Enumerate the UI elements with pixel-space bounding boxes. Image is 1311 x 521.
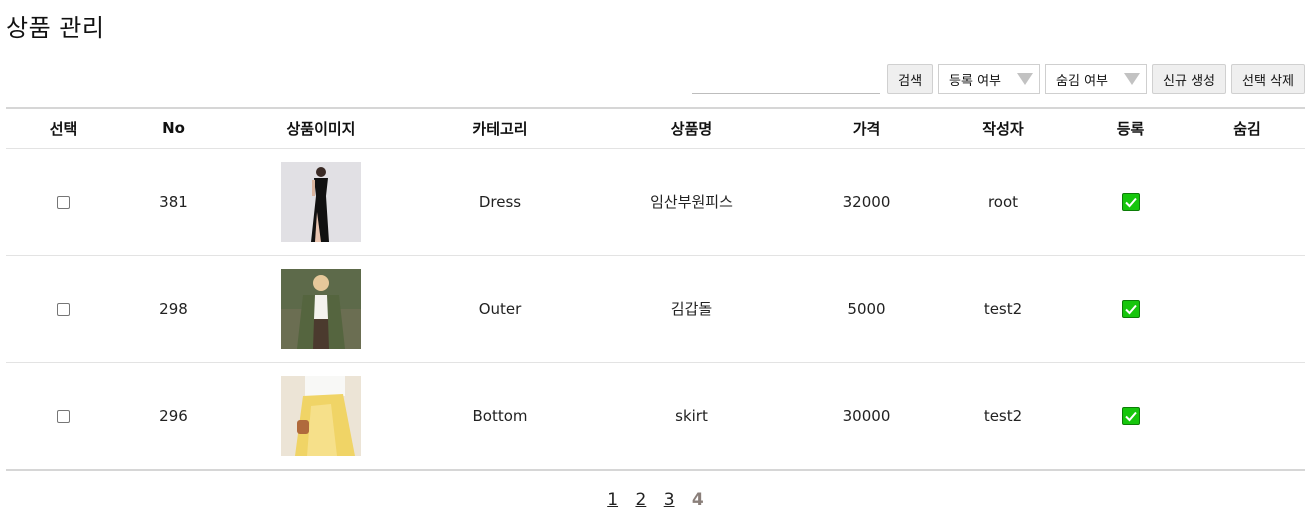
- header-price: 가격: [799, 109, 934, 149]
- row-price: 5000: [799, 255, 934, 363]
- table-row[interactable]: 298 Outer 김갑돌 5000 test2: [6, 255, 1305, 363]
- row-category: Bottom: [472, 406, 528, 425]
- row-author: test2: [983, 406, 1023, 425]
- row-product-name: skirt: [675, 406, 708, 425]
- product-thumbnail[interactable]: [281, 268, 361, 349]
- checkmark-icon: [1121, 192, 1140, 211]
- table-row[interactable]: 296 Bottom skirt 30000 test2: [6, 362, 1305, 469]
- row-category: Dress: [416, 148, 584, 256]
- page-current-4[interactable]: 4: [692, 490, 704, 510]
- product-table: 선택 No 상품이미지 카테고리 상품명 가격 작성자 등록 숨김 381 Dr…: [6, 107, 1305, 471]
- row-select-checkbox[interactable]: [57, 195, 70, 209]
- header-author: 작성자: [934, 109, 1072, 149]
- page-link-3[interactable]: 3: [664, 490, 675, 510]
- header-name: 상품명: [584, 109, 799, 149]
- header-image: 상품이미지: [226, 109, 416, 149]
- row-author: test2: [934, 255, 1072, 363]
- row-select-checkbox[interactable]: [57, 409, 70, 423]
- create-button[interactable]: 신규 생성: [1152, 64, 1227, 94]
- table-header-row: 선택 No 상품이미지 카테고리 상품명 가격 작성자 등록 숨김: [6, 109, 1305, 149]
- registration-filter-select[interactable]: 등록 여부: [938, 64, 1041, 94]
- row-price: 32000: [799, 148, 934, 256]
- row-category: Outer: [416, 255, 584, 363]
- row-hidden: [1189, 148, 1305, 256]
- header-category: 카테고리: [416, 109, 584, 149]
- row-hidden: [1189, 362, 1305, 469]
- product-thumbnail[interactable]: [281, 161, 361, 242]
- row-hidden: [1189, 255, 1305, 363]
- row-price: 30000: [842, 406, 891, 425]
- header-registered: 등록: [1072, 109, 1189, 149]
- checkmark-icon: [1121, 407, 1140, 425]
- delete-selected-button[interactable]: 선택 삭제: [1231, 64, 1305, 94]
- caret-down-icon: [1017, 73, 1034, 85]
- header-hidden: 숨김: [1189, 109, 1305, 149]
- caret-down-icon: [1124, 73, 1141, 85]
- page-link-2[interactable]: 2: [635, 490, 646, 510]
- table-row[interactable]: 381 Dress 임산부원피스 32000 root: [6, 148, 1305, 256]
- registration-filter-label: 등록 여부: [949, 73, 1002, 89]
- row-product-name: 임산부원피스: [584, 148, 799, 256]
- product-thumbnail[interactable]: [281, 375, 361, 456]
- header-select: 선택: [6, 109, 121, 149]
- row-select-checkbox[interactable]: [57, 302, 70, 316]
- row-no: 381: [121, 148, 226, 256]
- search-input[interactable]: [692, 64, 881, 94]
- row-no: 296: [159, 406, 188, 425]
- search-button[interactable]: 검색: [887, 64, 934, 94]
- row-no: 298: [121, 255, 226, 363]
- hidden-filter-label: 숨김 여부: [1056, 73, 1109, 89]
- header-no: No: [121, 109, 226, 149]
- row-author: root: [934, 148, 1072, 256]
- row-product-name: 김갑돌: [584, 255, 799, 363]
- checkmark-icon: [1121, 299, 1140, 318]
- hidden-filter-select[interactable]: 숨김 여부: [1045, 64, 1148, 94]
- pagination: 1 2 3 4: [0, 490, 1311, 510]
- page-link-1[interactable]: 1: [607, 490, 618, 510]
- toolbar: 검색 등록 여부 숨김 여부 신규 생성 선택 삭제: [692, 64, 1305, 94]
- page-title: 상품 관리: [6, 14, 105, 42]
